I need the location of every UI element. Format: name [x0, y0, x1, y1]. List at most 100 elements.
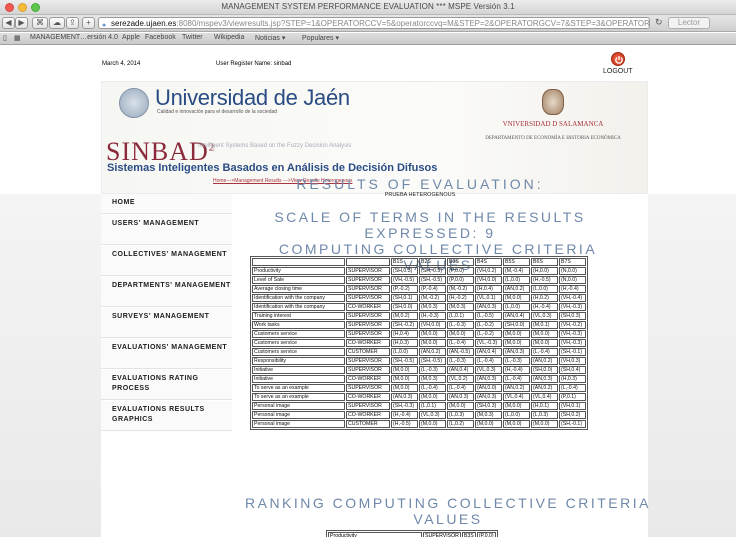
- table-cell: (L,-0.4): [419, 384, 446, 392]
- table-cell: (AN,0.3): [503, 348, 530, 356]
- table-cell: SUPERVISOR: [423, 532, 461, 537]
- sidebar-item-evaluations[interactable]: EVALUATIONS' MANAGEMENT: [101, 339, 232, 369]
- uja-name: Universidad de Jaén: [155, 85, 350, 110]
- table-row: Level of Sale SUPERVISOR (VH,-0.5) (SH,-0.5…: [252, 276, 586, 284]
- table-row: To serve as an example CO-WORKER (AN,0.3)(…: [252, 393, 586, 401]
- table-row: Customers service CUSTOMER (L,0.0) (AN,0.2)…: [252, 348, 586, 356]
- table-cell: (L,-0.3): [419, 366, 446, 374]
- table-cell: (VL,0.1): [475, 294, 502, 302]
- bookmark-item[interactable]: Twitter: [182, 34, 203, 41]
- table-cell: (H,0.1): [531, 402, 558, 410]
- forward-icon[interactable]: ▶: [15, 17, 28, 29]
- table-cell: CO-WORKER: [346, 375, 390, 383]
- table-cell: (L,0.0): [391, 348, 418, 356]
- table-cell: (SH,0.1): [391, 294, 418, 302]
- sidebar-item-results-graphics[interactable]: EVALUATIONS RESULTS GRAPHICS: [101, 401, 232, 431]
- table-cell: SUPERVISOR: [346, 357, 390, 365]
- sidebar-item-collectives[interactable]: COLLECTIVES' MANAGEMENT: [101, 246, 232, 276]
- table-cell: Initiative: [252, 366, 345, 374]
- table-row: Customers service SUPERVISOR (H,0.4) (M,0.0…: [252, 330, 586, 338]
- table-cell: (SH,-0.5): [419, 267, 446, 275]
- table-cell: Training interest: [252, 312, 345, 320]
- table-cell: SUPERVISOR: [346, 402, 390, 410]
- table-cell: (M,0.3): [447, 303, 474, 311]
- table-cell: (L,0.0): [503, 276, 530, 284]
- table-cell: (L,-0.3): [447, 321, 474, 329]
- bookmark-item[interactable]: Noticias ▾: [255, 34, 285, 42]
- reading-list-icon[interactable]: ⌘: [32, 17, 48, 29]
- bookmarks-book-icon[interactable]: ▯: [3, 34, 7, 42]
- table-cell: (VH,-0.2): [559, 321, 586, 329]
- table-cell: CO-WORKER: [346, 393, 390, 401]
- bookmark-item[interactable]: Populares ▾: [302, 34, 339, 42]
- back-icon[interactable]: ◀: [2, 17, 15, 29]
- table-cell: (P,-0.4): [419, 285, 446, 293]
- table-cell: Customers service: [252, 330, 345, 338]
- table-cell: Initiative: [252, 375, 345, 383]
- table-cell: Identification with the company: [252, 294, 345, 302]
- table-cell: (AN,0.2): [503, 285, 530, 293]
- table-cell: (VL,-0.3): [475, 339, 502, 347]
- table-cell: Responsibility: [252, 357, 345, 365]
- sidebar-item-rating-process[interactable]: EVALUATIONS RATING PROCESS: [101, 370, 232, 400]
- browser-window: MANAGEMENT SYSTEM PERFORMANCE EVALUATION…: [0, 0, 736, 537]
- table-cell: (AN,0.3): [475, 303, 502, 311]
- table-cell: (L,0.3): [447, 411, 474, 419]
- table-header-cell: B5S: [503, 258, 530, 266]
- sinbad-tagline: Intelligent Systems Based on the Fuzzy D…: [198, 143, 352, 149]
- table-cell: (M,-0.2): [419, 294, 446, 302]
- cloud-icon[interactable]: ☁: [49, 17, 65, 29]
- reload-icon[interactable]: ↻: [655, 17, 663, 28]
- table-cell: (H,-0.4): [391, 411, 418, 419]
- table-cell: (VL,0.3): [419, 411, 446, 419]
- table-cell: CO-WORKER: [346, 411, 390, 419]
- table-cell: (L,-0.4): [447, 384, 474, 392]
- table-cell: (M,0.0): [531, 339, 558, 347]
- table-cell: (L,-0.4): [559, 384, 586, 392]
- table-cell: (VL,0.3): [475, 366, 502, 374]
- top-sites-icon[interactable]: ▦: [14, 34, 21, 42]
- bookmark-item[interactable]: Apple: [122, 34, 140, 41]
- address-bar[interactable]: ● serezade.ujaen.es:8080/mspev3/viewresu…: [98, 17, 650, 29]
- table-cell: CO-WORKER: [346, 339, 390, 347]
- table-row: Responsibility SUPERVISOR (SH,-0.5) (SH,-0.…: [252, 357, 586, 365]
- usal-department: DEPARTAMENTO DE ECONOMÍA E HISTORIA ECON…: [485, 136, 621, 141]
- sidebar-item-home[interactable]: HOME: [101, 194, 232, 214]
- table-header-cell: [346, 258, 390, 266]
- table-cell: (M,0.0): [531, 330, 558, 338]
- table-cell: (L,-0.3): [503, 357, 530, 365]
- bookmark-item[interactable]: MANAGEMENT…ersión 4.0: [30, 34, 118, 41]
- table-row: Productivity SUPERVISOR (SH,0.3) (SH,-0.5)(…: [252, 267, 586, 275]
- table-cell: (L,0.3): [531, 411, 558, 419]
- share-icon[interactable]: ⇪: [66, 17, 79, 29]
- table-cell: (M,0.0): [503, 402, 530, 410]
- table-cell: (P,0.1): [559, 393, 586, 401]
- power-icon[interactable]: [611, 52, 625, 66]
- table-cell: (VH,0.2): [475, 267, 502, 275]
- window-title: MANAGEMENT SYSTEM PERFORMANCE EVALUATION…: [221, 2, 515, 11]
- table-cell: (VH,-0.4): [559, 294, 586, 302]
- table-row: Personal image CUSTOMER (H,-0.5) (M,0.0) (L,…: [252, 420, 586, 428]
- table-cell: (M,0.0): [419, 330, 446, 338]
- reader-button[interactable]: Lector: [668, 17, 710, 29]
- table-cell: (VL,0.4): [531, 393, 558, 401]
- current-date: March 4, 2014: [102, 61, 141, 67]
- table-cell: Customers service: [252, 339, 345, 347]
- new-tab-icon[interactable]: +: [82, 17, 95, 29]
- logout-link[interactable]: LOGOUT: [603, 68, 633, 75]
- table-cell: (L,0.0): [531, 285, 558, 293]
- sidebar-item-departments[interactable]: DEPARTMENTS' MANAGEMENT: [101, 277, 232, 307]
- page-content: March 4, 2014 User Register Name: sinbad…: [0, 46, 736, 537]
- bookmark-item[interactable]: Facebook: [145, 34, 176, 41]
- bookmark-item[interactable]: Wikipedia: [214, 34, 244, 41]
- table-cell: B3S: [461, 532, 476, 537]
- table-cell: (M,0.1): [531, 321, 558, 329]
- table-cell: SUPERVISOR: [346, 285, 390, 293]
- table-cell: (SH,-0.1): [559, 420, 586, 428]
- sidebar-item-surveys[interactable]: SURVEYS' MANAGEMENT: [101, 308, 232, 338]
- globe-icon: ●: [102, 22, 107, 29]
- table-cell: (H,0.2): [531, 294, 558, 302]
- table-cell: (L,-0.2): [475, 330, 502, 338]
- sidebar-item-users[interactable]: USERS' MANAGEMENT: [101, 215, 232, 245]
- bookmarks-bar: ▯ ▦ MANAGEMENT…ersión 4.0 Apple Facebook…: [0, 33, 736, 45]
